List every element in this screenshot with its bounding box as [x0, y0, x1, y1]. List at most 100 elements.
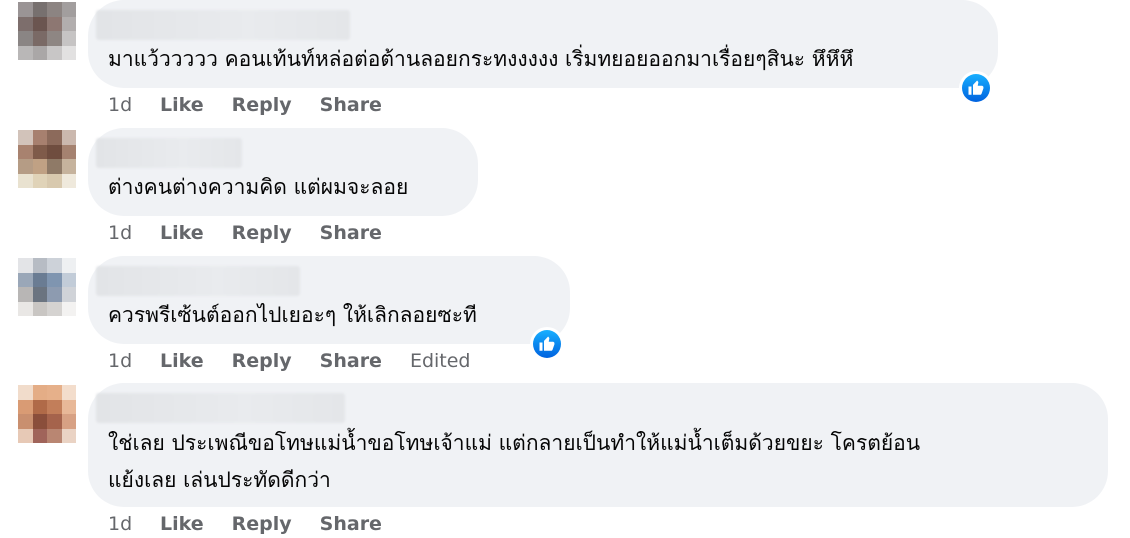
commenter-name-redacted[interactable]	[96, 393, 345, 423]
avatar-pixel	[61, 301, 76, 316]
avatar-pixel	[47, 428, 62, 443]
avatar-pixel	[18, 385, 33, 400]
avatar-pixel	[47, 301, 62, 316]
avatar-pixel	[47, 385, 62, 400]
comment-text: ควรพรีเซ้นต์ออกไปเยอะๆ ให้เลิกลอยซะที	[108, 297, 477, 334]
comment-bubble: ต่างคนต่างความคิด แต่ผมจะลอย	[88, 128, 478, 216]
reaction-badge[interactable]	[959, 71, 993, 105]
avatar-pixel	[47, 16, 62, 31]
avatar-pixel	[61, 45, 76, 60]
avatar-pixel	[61, 399, 76, 414]
thumbs-up-icon	[962, 74, 990, 102]
avatar-pixel	[32, 159, 47, 174]
avatar-pixel	[47, 159, 62, 174]
avatar-pixel	[32, 385, 47, 400]
avatar-pixel	[61, 144, 76, 159]
avatar-pixel	[32, 258, 47, 273]
avatar-pixel	[32, 428, 47, 443]
avatar-pixel	[18, 414, 33, 429]
comment-actions: 1d Like Reply Share	[108, 91, 410, 119]
avatar[interactable]	[18, 385, 76, 443]
avatar-pixel	[61, 16, 76, 31]
avatar-pixel	[47, 31, 62, 46]
share-button[interactable]: Share	[320, 350, 382, 372]
comment-text: มาแว้ววววว คอนเท้นท์หล่อต่อต้านลอยกระทงง…	[108, 41, 853, 78]
avatar-pixel	[47, 272, 62, 287]
avatar-pixel	[61, 31, 76, 46]
avatar-pixel	[61, 159, 76, 174]
avatar-pixel	[47, 45, 62, 60]
avatar-pixel	[47, 130, 62, 145]
avatar-pixel	[32, 287, 47, 302]
avatar-pixel	[32, 399, 47, 414]
comment-text-line: มาแว้ววววว คอนเท้นท์หล่อต่อต้านลอยกระทงง…	[108, 47, 854, 71]
like-button[interactable]: Like	[160, 94, 204, 116]
commenter-name-redacted[interactable]	[96, 138, 242, 168]
avatar-pixel	[32, 414, 47, 429]
comment-text: ต่างคนต่างความคิด แต่ผมจะลอย	[108, 169, 408, 206]
avatar-pixel	[18, 130, 33, 145]
avatar-pixel	[18, 144, 33, 159]
avatar-pixel	[18, 16, 33, 31]
comment-timestamp[interactable]: 1d	[108, 350, 160, 372]
share-button[interactable]: Share	[320, 513, 382, 535]
avatar-pixel	[32, 272, 47, 287]
avatar-pixel	[47, 2, 62, 17]
avatar-pixel	[47, 258, 62, 273]
avatar-pixel	[47, 414, 62, 429]
comment-text-line: ควรพรีเซ้นต์ออกไปเยอะๆ ให้เลิกลอยซะที	[108, 303, 477, 327]
avatar-pixel	[18, 272, 33, 287]
share-button[interactable]: Share	[320, 94, 382, 116]
avatar-pixel	[18, 2, 33, 17]
comment-timestamp[interactable]: 1d	[108, 222, 160, 244]
comment-actions: 1d Like Reply Share	[108, 510, 410, 538]
avatar-pixel	[18, 173, 33, 188]
avatar[interactable]	[18, 258, 76, 316]
avatar-pixel	[18, 258, 33, 273]
commenter-name-redacted[interactable]	[96, 10, 350, 40]
avatar-pixel	[61, 173, 76, 188]
avatar-pixel	[18, 428, 33, 443]
avatar-pixel	[47, 144, 62, 159]
like-button[interactable]: Like	[160, 222, 204, 244]
comment-timestamp[interactable]: 1d	[108, 513, 160, 535]
reaction-badge[interactable]	[530, 327, 564, 361]
avatar-pixel	[18, 159, 33, 174]
reply-button[interactable]: Reply	[232, 513, 292, 535]
like-button[interactable]: Like	[160, 350, 204, 372]
reply-button[interactable]: Reply	[232, 94, 292, 116]
avatar-pixel	[32, 173, 47, 188]
avatar-pixel	[32, 130, 47, 145]
comment-bubble: มาแว้ววววว คอนเท้นท์หล่อต่อต้านลอยกระทงง…	[88, 0, 998, 88]
avatar-pixel	[61, 428, 76, 443]
avatar[interactable]	[18, 2, 76, 60]
avatar-pixel	[61, 385, 76, 400]
commenter-name-redacted[interactable]	[96, 266, 300, 296]
avatar-pixel	[47, 287, 62, 302]
avatar-pixel	[18, 301, 33, 316]
avatar-pixel	[61, 287, 76, 302]
like-button[interactable]: Like	[160, 513, 204, 535]
comment-timestamp[interactable]: 1d	[108, 94, 160, 116]
comment-bubble: ใช่เลย ประเพณีขอโทษแม่น้ำขอโทษเจ้าแม่ แต…	[88, 383, 1108, 507]
share-button[interactable]: Share	[320, 222, 382, 244]
avatar-pixel	[18, 45, 33, 60]
comment-text-line: ต่างคนต่างความคิด แต่ผมจะลอย	[108, 175, 409, 199]
avatar-pixel	[18, 287, 33, 302]
avatar-pixel	[32, 2, 47, 17]
comment-bubble: ควรพรีเซ้นต์ออกไปเยอะๆ ให้เลิกลอยซะที	[88, 256, 570, 344]
avatar-pixel	[61, 2, 76, 17]
avatar[interactable]	[18, 130, 76, 188]
avatar-pixel	[61, 130, 76, 145]
reply-button[interactable]: Reply	[232, 350, 292, 372]
avatar-pixel	[32, 16, 47, 31]
comment-text-line: ใช่เลย ประเพณีขอโทษแม่น้ำขอโทษเจ้าแม่ แต…	[108, 431, 921, 455]
comment-actions: 1d Like Reply Share	[108, 219, 410, 247]
avatar-pixel	[61, 258, 76, 273]
comment-text: ใช่เลย ประเพณีขอโทษแม่น้ำขอโทษเจ้าแม่ แต…	[108, 425, 920, 499]
avatar-pixel	[18, 399, 33, 414]
edited-label: Edited	[409, 350, 471, 372]
reply-button[interactable]: Reply	[232, 222, 292, 244]
avatar-pixel	[32, 301, 47, 316]
comment-text-line: แย้งเลย เล่นประทัดดีกว่า	[108, 468, 331, 492]
